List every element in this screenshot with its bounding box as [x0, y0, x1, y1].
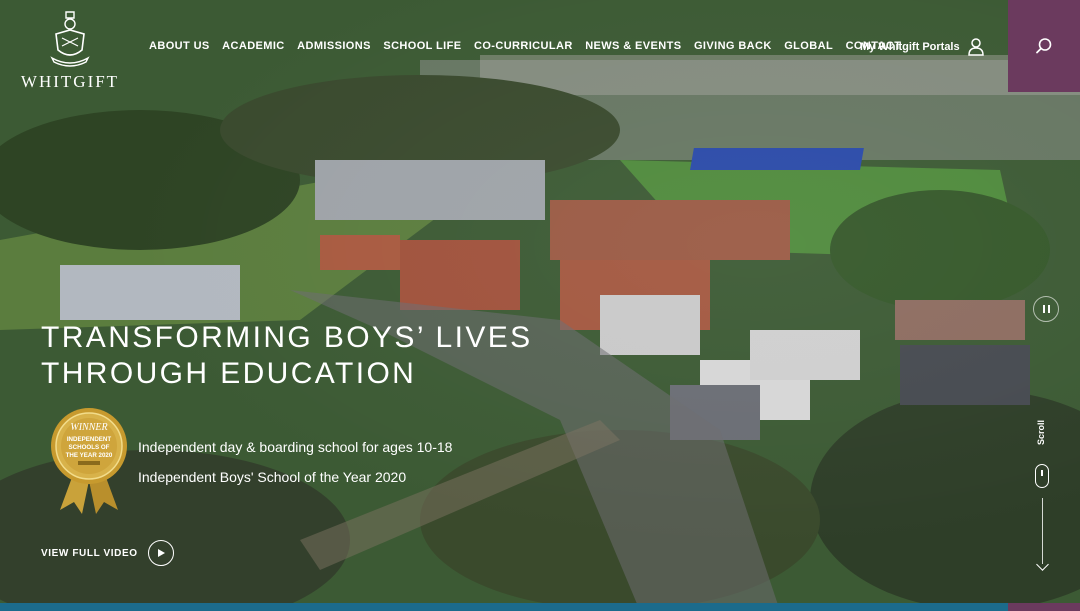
scroll-label: Scroll: [1036, 420, 1046, 446]
nav-about-us[interactable]: ABOUT US: [149, 40, 210, 52]
hero-background: [0, 0, 1080, 611]
award-line-2: SCHOOLS OF: [69, 444, 110, 451]
video-link-label: VIEW FULL VIDEO: [41, 547, 138, 559]
search-icon: [1036, 38, 1052, 54]
pause-video-button[interactable]: [1033, 296, 1059, 322]
portals-label: My Whitgift Portals: [860, 41, 960, 53]
bottom-accent-bar: [0, 603, 1008, 611]
nav-global[interactable]: GLOBAL: [784, 40, 833, 52]
award-winner-text: WINNER: [70, 422, 107, 433]
pause-icon-bar-right: [1047, 305, 1050, 313]
headline-line-1: TRANSFORMING BOYS’ LIVES: [41, 321, 533, 354]
hero-headline: TRANSFORMING BOYS’ LIVES THROUGH EDUCATI…: [41, 320, 601, 392]
hero-tagline-1: Independent day & boarding school for ag…: [138, 439, 453, 455]
award-line-1: INDEPENDENT: [67, 436, 112, 443]
nav-admissions[interactable]: ADMISSIONS: [297, 40, 371, 52]
aerial-campus-image: [0, 0, 1080, 611]
search-button[interactable]: [1008, 0, 1080, 92]
user-icon: [967, 38, 984, 56]
scroll-line: [1042, 498, 1043, 564]
bottom-accent-bar-right: [1008, 603, 1080, 611]
my-portals-link[interactable]: My Whitgift Portals: [860, 38, 984, 56]
scroll-indicator[interactable]: Scroll: [1032, 420, 1054, 575]
nav-school-life[interactable]: SCHOOL LIFE: [383, 40, 461, 52]
hero-tagline-2: Independent Boys' School of the Year 202…: [138, 469, 407, 485]
headline-line-2: THROUGH EDUCATION: [41, 357, 417, 390]
award-badge: WINNER INDEPENDENT SCHOOLS OF THE YEAR 2…: [51, 408, 127, 514]
nav-giving-back[interactable]: GIVING BACK: [694, 40, 772, 52]
whitgift-logo[interactable]: WHITGIFT: [20, 10, 120, 94]
nav-news-events[interactable]: NEWS & EVENTS: [585, 40, 681, 52]
pause-icon-bar-left: [1042, 305, 1045, 313]
main-navigation: ABOUT US ACADEMIC ADMISSIONS SCHOOL LIFE…: [149, 40, 914, 52]
brand-wordmark: WHITGIFT: [20, 72, 120, 91]
nav-co-curricular[interactable]: CO-CURRICULAR: [474, 40, 573, 52]
scroll-mouse-icon: [1035, 464, 1049, 488]
view-full-video-button[interactable]: VIEW FULL VIDEO: [41, 540, 174, 566]
arrow-down-icon: [1036, 558, 1049, 571]
play-icon: [147, 540, 174, 566]
nav-academic[interactable]: ACADEMIC: [222, 40, 284, 52]
school-crest-icon: [50, 11, 90, 67]
award-line-3: THE YEAR 2020: [66, 452, 113, 459]
